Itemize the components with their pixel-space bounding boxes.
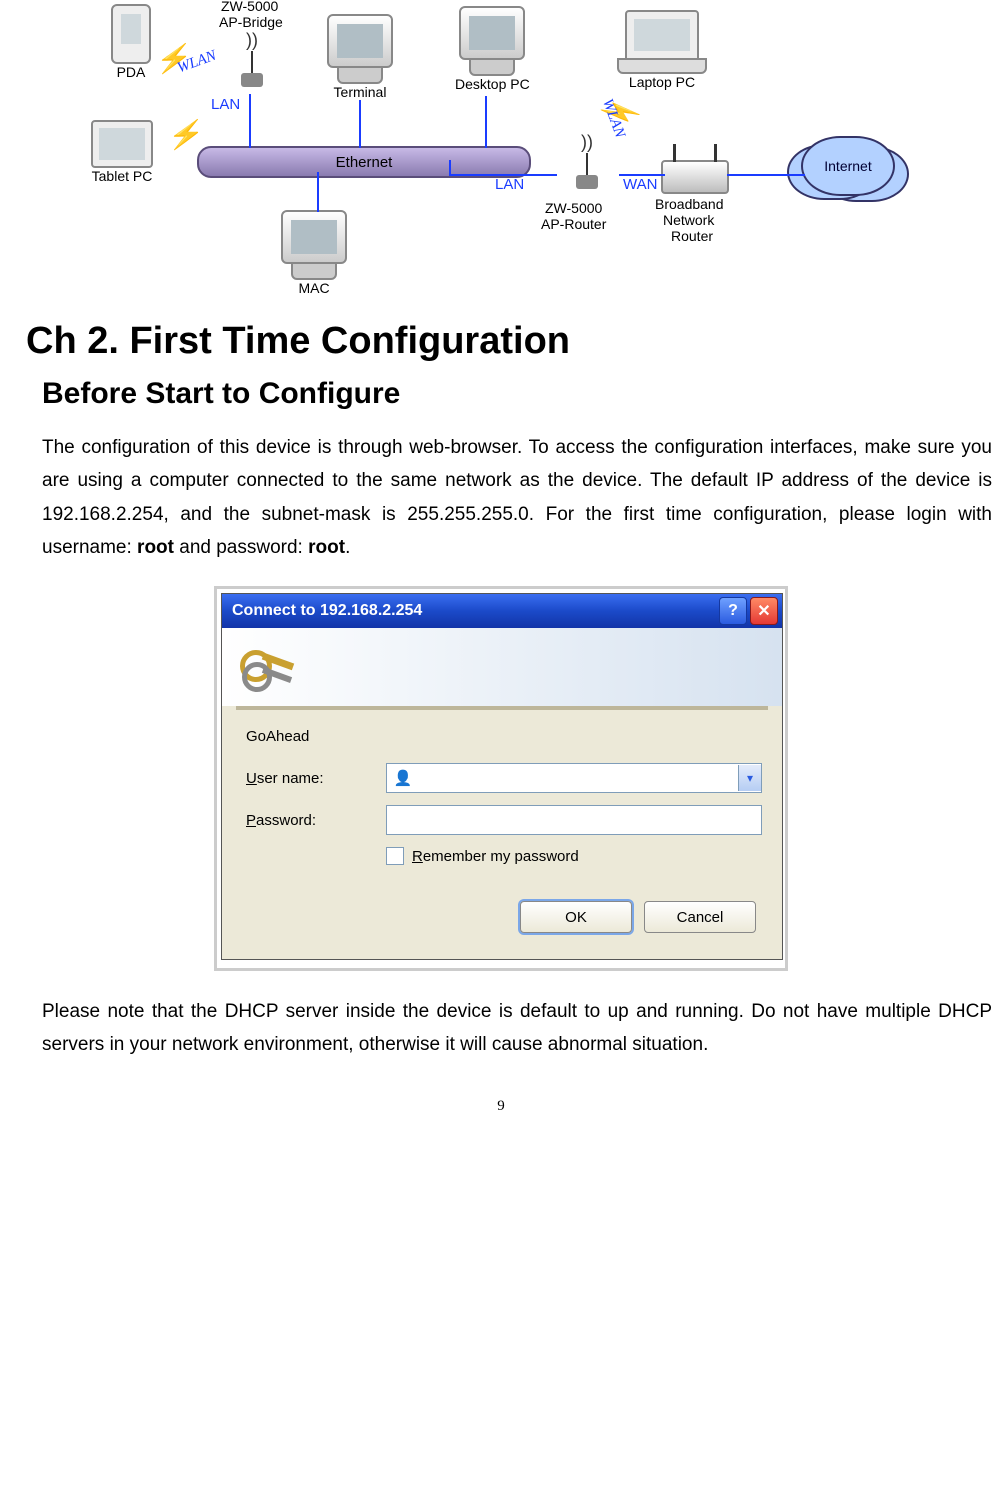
mac-label: MAC	[281, 280, 347, 296]
cancel-button[interactable]: Cancel	[644, 901, 756, 933]
close-button[interactable]: ✕	[750, 597, 778, 625]
desktop-label: Desktop PC	[455, 76, 530, 92]
section-title: Before Start to Configure	[42, 377, 1002, 411]
login-dialog-wrapper: Connect to 192.168.2.254 ? ✕ GoAhead Use…	[214, 586, 788, 971]
realm-label: GoAhead	[246, 728, 762, 745]
password-field[interactable]	[386, 805, 762, 835]
page-number: 9	[0, 1098, 1002, 1135]
ap-bridge-label-2: AP-Bridge	[219, 14, 283, 30]
lan-label-1: LAN	[211, 96, 240, 113]
line-terminal	[359, 100, 361, 148]
dialog-banner	[222, 628, 782, 706]
terminal-device: Terminal	[327, 14, 393, 100]
password-input[interactable]	[387, 806, 761, 832]
para1-text-e: .	[345, 537, 350, 558]
para1-bold-pass: root	[308, 537, 345, 558]
line-ap-lan	[249, 94, 251, 148]
laptop-label: Laptop PC	[617, 74, 707, 90]
line-mac	[317, 172, 319, 212]
tablet-label: Tablet PC	[91, 168, 153, 184]
internet-cloud: Internet	[801, 136, 895, 196]
ap-bridge-device: ))	[219, 34, 285, 87]
ok-button[interactable]: OK	[520, 901, 632, 933]
wlan-zigzag-2: ⚡	[166, 118, 207, 151]
login-dialog: Connect to 192.168.2.254 ? ✕ GoAhead Use…	[221, 593, 783, 960]
internet-label: Internet	[824, 158, 871, 174]
cancel-label: Cancel	[677, 909, 724, 926]
dhcp-paragraph: Please note that the DHCP server inside …	[42, 995, 992, 1062]
para1-text-c: and password:	[174, 537, 308, 558]
help-button[interactable]: ?	[719, 597, 747, 625]
ap-router-label-1: ZW-5000	[545, 200, 602, 216]
user-icon	[393, 768, 413, 788]
ok-label: OK	[565, 909, 587, 926]
line-internet	[727, 174, 805, 176]
line-lan2v	[449, 160, 451, 176]
broadband-router-device	[661, 160, 729, 194]
mac-device: MAC	[281, 210, 347, 296]
para1-bold-user: root	[137, 537, 174, 558]
network-diagram: PDA Tablet PC )) ZW-5000 AP-Bridge Termi…	[91, 0, 911, 300]
ethernet-label: Ethernet	[336, 154, 393, 171]
dialog-title: Connect to 192.168.2.254	[232, 602, 422, 620]
ap-router-label-2: AP-Router	[541, 216, 606, 232]
username-input[interactable]	[419, 766, 738, 790]
broadband-label-1: Broadband	[655, 196, 724, 212]
username-combo[interactable]: ▾	[386, 763, 762, 793]
pda-label: PDA	[111, 64, 151, 80]
lan-label-2: LAN	[495, 176, 524, 193]
line-desktop	[485, 96, 487, 148]
ap-bridge-label-1: ZW-5000	[221, 0, 278, 14]
tablet-device: Tablet PC	[91, 120, 153, 184]
broadband-label-2: Network	[663, 212, 714, 228]
wan-label: WAN	[623, 176, 657, 193]
ap-router-device: ))	[557, 136, 617, 189]
username-label: User name:	[246, 770, 386, 787]
keys-icon	[240, 644, 292, 690]
intro-paragraph: The configuration of this device is thro…	[42, 431, 992, 564]
terminal-label: Terminal	[327, 84, 393, 100]
chapter-title: Ch 2. First Time Configuration	[26, 320, 1002, 363]
dialog-titlebar: Connect to 192.168.2.254 ? ✕	[222, 594, 782, 628]
laptop-device: Laptop PC	[617, 10, 707, 90]
desktop-device: Desktop PC	[455, 6, 530, 92]
remember-label: Remember my password	[412, 848, 579, 865]
remember-checkbox[interactable]	[386, 847, 404, 865]
broadband-label-3: Router	[671, 228, 713, 244]
pda-device: PDA	[111, 4, 151, 80]
password-label: Password:	[246, 812, 386, 829]
dropdown-button[interactable]: ▾	[738, 765, 761, 791]
